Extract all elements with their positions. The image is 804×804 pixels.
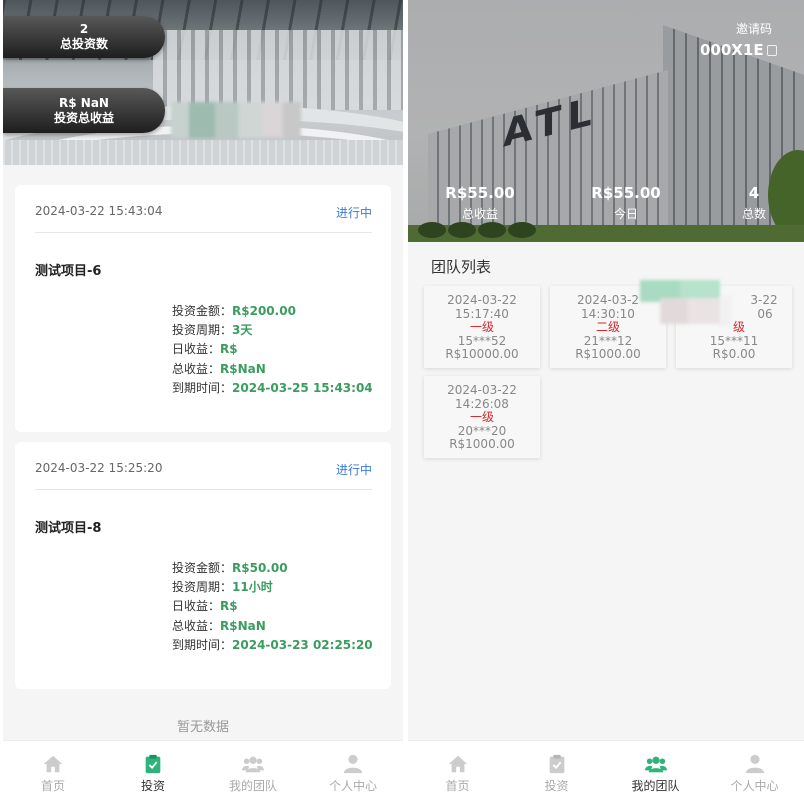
- member-phone: 20***20: [457, 423, 507, 438]
- tab-label: 个人中心: [328, 779, 377, 793]
- user-icon: [745, 754, 764, 774]
- member-time: 14:26:08: [455, 396, 509, 411]
- total-investments-badge: 2 总投资数: [3, 16, 165, 58]
- detail-amount: 投资金额：R$50.00: [172, 561, 288, 575]
- total-income-badge: R$ NaN 投资总收益: [3, 88, 165, 133]
- team-today-income: R$55.00 今日: [576, 184, 676, 222]
- investment-status: 进行中: [335, 463, 372, 477]
- detail-total-income: 总收益：R$NaN: [172, 618, 266, 633]
- team-icon: [644, 756, 667, 773]
- member-amount: R$1000.00: [449, 437, 515, 451]
- detail-daily-income: 日收益：R$: [172, 342, 238, 357]
- clipboard-check-icon: [549, 754, 564, 774]
- tab-label: 首页: [445, 779, 470, 793]
- total-investments-label: 总投资数: [59, 37, 108, 51]
- invite-code[interactable]: 000X1E: [700, 41, 777, 59]
- member-amount: R$10000.00: [445, 347, 519, 361]
- invite-code-value: 000X1E: [700, 41, 764, 59]
- detail-amount: 投资金额：R$200.00: [172, 304, 296, 318]
- tab-invest[interactable]: 投资: [507, 741, 606, 804]
- detail-total-income: 总收益：R$NaN: [172, 361, 266, 376]
- member-time: 14:30:10: [581, 306, 635, 321]
- detail-expiry: 到期时间：2024-03-23 02:25:20: [172, 637, 373, 652]
- team-member-card[interactable]: 2024-03-22 15:17:40 一级 15***52 R$10000.0…: [424, 286, 540, 368]
- tab-invest[interactable]: 投资: [103, 741, 203, 804]
- member-phone: 21***12: [583, 333, 633, 348]
- invest-screen: 2 总投资数 R$ NaN 投资总收益 2024-03-22 15:43:04 …: [3, 0, 403, 804]
- stat-label: 总数: [741, 207, 766, 221]
- tab-label: 投资: [140, 779, 165, 793]
- detail-expiry: 到期时间：2024-03-25 15:43:04: [172, 380, 373, 395]
- team-screen: ATL 邀请码 000X1E R$55.00 总收益 R$55.00 今日 4 …: [408, 0, 804, 804]
- investment-status: 进行中: [335, 206, 372, 220]
- tab-label: 首页: [40, 779, 65, 793]
- home-icon: [43, 755, 63, 773]
- redacted-area: [720, 296, 732, 326]
- redacted-area: [660, 298, 722, 324]
- total-investments-value: 2: [79, 22, 89, 36]
- member-amount: R$1000.00: [575, 347, 641, 361]
- member-phone: 15***52: [457, 333, 507, 348]
- team-icon: [242, 756, 264, 773]
- stat-label: 总收益: [461, 207, 498, 221]
- investment-time: 2024-03-22 15:43:04: [35, 204, 163, 218]
- investment-title: 测试项目-6: [35, 264, 102, 279]
- stat-value: 4: [748, 184, 760, 202]
- team-list-title: 团队列表: [431, 258, 492, 276]
- member-phone: 15***11: [709, 333, 759, 348]
- tab-my-team[interactable]: 我的团队: [606, 741, 705, 804]
- tab-profile[interactable]: 个人中心: [303, 741, 403, 804]
- redacted-area: [171, 102, 301, 138]
- detail-daily-income: 日收益：R$: [172, 599, 238, 614]
- tab-my-team[interactable]: 我的团队: [203, 741, 303, 804]
- member-date: 2024-03-22: [447, 293, 517, 307]
- card-divider: [35, 232, 372, 233]
- bottom-tab-bar: 首页 投资 我的团队 个人中心: [3, 740, 403, 804]
- detail-period: 投资周期：3天: [172, 323, 253, 338]
- copy-icon[interactable]: [766, 45, 777, 56]
- stat-label: 今日: [613, 207, 638, 221]
- investment-title: 测试项目-8: [35, 521, 102, 536]
- member-level: 一级: [469, 320, 494, 334]
- tab-label: 投资: [544, 779, 569, 793]
- total-income-value: R$ NaN: [59, 95, 109, 110]
- card-divider: [35, 489, 372, 490]
- investment-card[interactable]: 2024-03-22 15:25:20 进行中 测试项目-8 投资金额：R$50…: [15, 442, 391, 689]
- tab-home[interactable]: 首页: [3, 741, 103, 804]
- investment-time: 2024-03-22 15:25:20: [35, 461, 163, 475]
- bottom-tab-bar: 首页 投资 我的团队 个人中心: [408, 740, 804, 804]
- tab-profile[interactable]: 个人中心: [705, 741, 804, 804]
- clipboard-check-icon: [145, 754, 161, 774]
- investment-details: 投资金额：R$200.00 投资周期：3天 日收益：R$ 总收益：R$NaN 到…: [172, 302, 373, 398]
- member-time: 15:17:40: [455, 306, 509, 321]
- tab-home[interactable]: 首页: [408, 741, 507, 804]
- team-total-income: R$55.00 总收益: [430, 184, 530, 222]
- detail-period: 投资周期：11小时: [172, 580, 273, 595]
- member-level: 一级: [469, 410, 494, 424]
- user-icon: [343, 754, 363, 774]
- stat-value: R$55.00: [445, 184, 515, 202]
- member-level: 二级: [595, 320, 620, 334]
- tab-label: 我的团队: [631, 779, 680, 793]
- team-total-count: 4 总数: [704, 184, 804, 222]
- home-icon: [448, 755, 467, 773]
- invite-code-label: 邀请码: [735, 22, 772, 36]
- stat-value: R$55.00: [591, 184, 661, 202]
- member-date: 2024-03-22: [447, 383, 517, 397]
- tab-label: 我的团队: [228, 779, 277, 793]
- total-income-label: 投资总收益: [53, 110, 114, 125]
- member-amount: R$0.00: [712, 347, 756, 361]
- tab-label: 个人中心: [730, 779, 779, 793]
- investment-card[interactable]: 2024-03-22 15:43:04 进行中 测试项目-6 投资金额：R$20…: [15, 185, 391, 432]
- team-member-card[interactable]: 2024-03-22 14:26:08 一级 20***20 R$1000.00: [424, 376, 540, 458]
- empty-state-text: 暂无数据: [176, 720, 229, 735]
- investment-details: 投资金额：R$50.00 投资周期：11小时 日收益：R$ 总收益：R$NaN …: [172, 559, 373, 655]
